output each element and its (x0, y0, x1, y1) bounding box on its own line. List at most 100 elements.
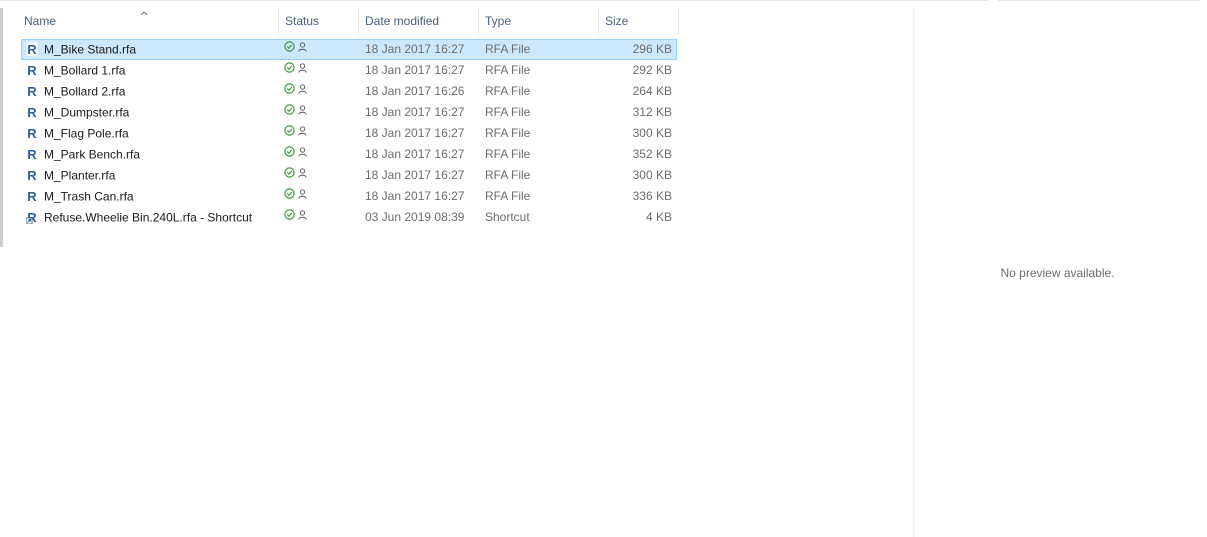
type-cell: RFA File (485, 147, 531, 161)
size-cell: 312 KB (632, 105, 672, 119)
type-cell: RFA File (485, 84, 531, 98)
svg-text:R: R (27, 189, 37, 203)
file-name-cell[interactable]: R Refuse.Wheelie Bin.240L.rfa - Shortcut (25, 208, 276, 227)
size-cell: 352 KB (632, 147, 672, 161)
size-cell: 300 KB (632, 126, 672, 140)
file-name-cell[interactable]: R M_Bollard 2.rfa (26, 82, 276, 101)
column-header-date-label: Date modified (365, 14, 440, 28)
svg-text:R: R (27, 105, 37, 119)
date-modified-cell: 18 Jan 2017 16:27 (365, 147, 465, 161)
synced-check-icon (284, 81, 295, 100)
file-name: M_Park Bench.rfa (44, 147, 141, 162)
revit-shortcut-icon: R (25, 210, 38, 225)
type-cell: RFA File (485, 126, 531, 140)
file-name: M_Trash Can.rfa (44, 189, 134, 204)
file-row[interactable]: R M_Park Bench.rfa 18 Jan 2017 16:27 RFA Fi… (21, 144, 677, 165)
sort-ascending-icon: ^ (140, 10, 148, 20)
date-modified-cell: 18 Jan 2017 16:27 (365, 63, 465, 77)
file-name-cell[interactable]: R M_Planter.rfa (26, 166, 276, 185)
preview-message: No preview available. (1000, 266, 1115, 280)
status-cell (284, 103, 354, 122)
file-name-cell[interactable]: R M_Dumpster.rfa (26, 103, 276, 122)
column-header-size[interactable]: Size (599, 8, 679, 34)
file-row[interactable]: R M_Bollard 1.rfa 18 Jan 2017 16:27 RFA Fil… (21, 60, 677, 81)
synced-check-icon (284, 186, 295, 205)
shared-user-icon (298, 81, 307, 100)
synced-check-icon (284, 60, 295, 79)
file-row[interactable]: R M_Dumpster.rfa 18 Jan 2017 16:27 RFA File… (21, 102, 677, 123)
file-name: M_Bike Stand.rfa (44, 42, 137, 57)
file-row[interactable]: R M_Bollard 2.rfa 18 Jan 2017 16:26 RFA Fil… (21, 81, 677, 102)
file-rows: R M_Bike Stand.rfa 18 Jan 2017 16:27 RFA Fi… (21, 39, 677, 228)
file-name-cell[interactable]: R M_Bollard 1.rfa (26, 61, 276, 80)
shared-user-icon (298, 102, 307, 121)
revit-family-icon: R (26, 126, 38, 141)
shared-user-icon (298, 39, 307, 58)
status-cell (284, 145, 354, 164)
synced-check-icon (284, 123, 295, 142)
type-cell: RFA File (485, 105, 531, 119)
file-list-view: Name ^ Status Date modified Type Size RM… (0, 0, 913, 537)
size-cell: 292 KB (632, 63, 672, 77)
svg-text:R: R (27, 168, 37, 182)
date-modified-cell: 18 Jan 2017 16:27 (365, 42, 465, 56)
window-top-border-right (998, 0, 1200, 1)
column-header-size-label: Size (605, 14, 629, 28)
status-cell (284, 61, 354, 80)
file-row[interactable]: R M_Bike Stand.rfa 18 Jan 2017 16:27 RFA Fi… (21, 39, 677, 60)
svg-text:R: R (27, 42, 37, 56)
file-name: M_Bollard 1.rfa (44, 63, 126, 78)
revit-family-icon: R (26, 168, 38, 183)
type-cell: Shortcut (485, 210, 530, 224)
column-header-type[interactable]: Type (479, 8, 599, 34)
column-header-status[interactable]: Status (279, 8, 359, 34)
size-cell: 4 KB (645, 210, 672, 224)
file-row[interactable]: R Refuse.Wheelie Bin.240L.rfa - Shortcut 0… (21, 207, 677, 228)
date-modified-cell: 18 Jan 2017 16:27 (365, 189, 465, 203)
column-header-name[interactable]: Name ^ (18, 8, 279, 34)
synced-check-icon (284, 39, 295, 58)
date-modified-cell: 18 Jan 2017 16:26 (365, 84, 465, 98)
file-row[interactable]: R M_Flag Pole.rfa 18 Jan 2017 16:27 RFA Fil… (21, 123, 677, 144)
column-header-date-modified[interactable]: Date modified (359, 8, 479, 34)
file-name-cell[interactable]: R M_Trash Can.rfa (26, 187, 276, 206)
status-cell (284, 124, 354, 143)
shared-user-icon (298, 207, 307, 226)
svg-text:R: R (27, 84, 37, 98)
size-cell: 296 KB (632, 42, 672, 56)
file-name-cell[interactable]: R M_Bike Stand.rfa (26, 40, 276, 59)
shared-user-icon (298, 144, 307, 163)
synced-check-icon (284, 144, 295, 163)
type-cell: RFA File (485, 189, 531, 203)
shared-user-icon (298, 186, 307, 205)
file-name: M_Planter.rfa (44, 168, 116, 183)
size-cell: 300 KB (632, 168, 672, 182)
file-row[interactable]: R M_Planter.rfa 18 Jan 2017 16:27 RFA File 3… (21, 165, 677, 186)
revit-family-icon: R (26, 63, 38, 78)
status-cell (284, 40, 354, 59)
status-cell (284, 166, 354, 185)
file-row[interactable]: R M_Trash Can.rfa 18 Jan 2017 16:27 RFA Fil… (21, 186, 677, 207)
file-name-cell[interactable]: R M_Park Bench.rfa (26, 145, 276, 164)
status-cell (284, 187, 354, 206)
size-cell: 336 KB (632, 189, 672, 203)
status-cell (284, 208, 354, 227)
synced-check-icon (284, 207, 295, 226)
shared-user-icon (298, 123, 307, 142)
revit-family-icon: R (26, 84, 38, 99)
type-cell: RFA File (485, 42, 531, 56)
preview-pane: No preview available. (913, 8, 1201, 537)
shared-user-icon (298, 60, 307, 79)
status-cell (284, 82, 354, 101)
revit-family-icon: R (26, 105, 38, 120)
date-modified-cell: 18 Jan 2017 16:27 (365, 168, 465, 182)
file-name: M_Dumpster.rfa (44, 105, 130, 120)
svg-text:R: R (27, 147, 37, 161)
svg-text:R: R (27, 63, 37, 77)
date-modified-cell: 18 Jan 2017 16:27 (365, 126, 465, 140)
revit-family-icon: R (26, 42, 38, 57)
column-header-status-label: Status (285, 14, 320, 28)
file-name-cell[interactable]: R M_Flag Pole.rfa (26, 124, 276, 143)
file-name: M_Bollard 2.rfa (44, 84, 126, 99)
revit-family-icon: R (26, 189, 38, 204)
